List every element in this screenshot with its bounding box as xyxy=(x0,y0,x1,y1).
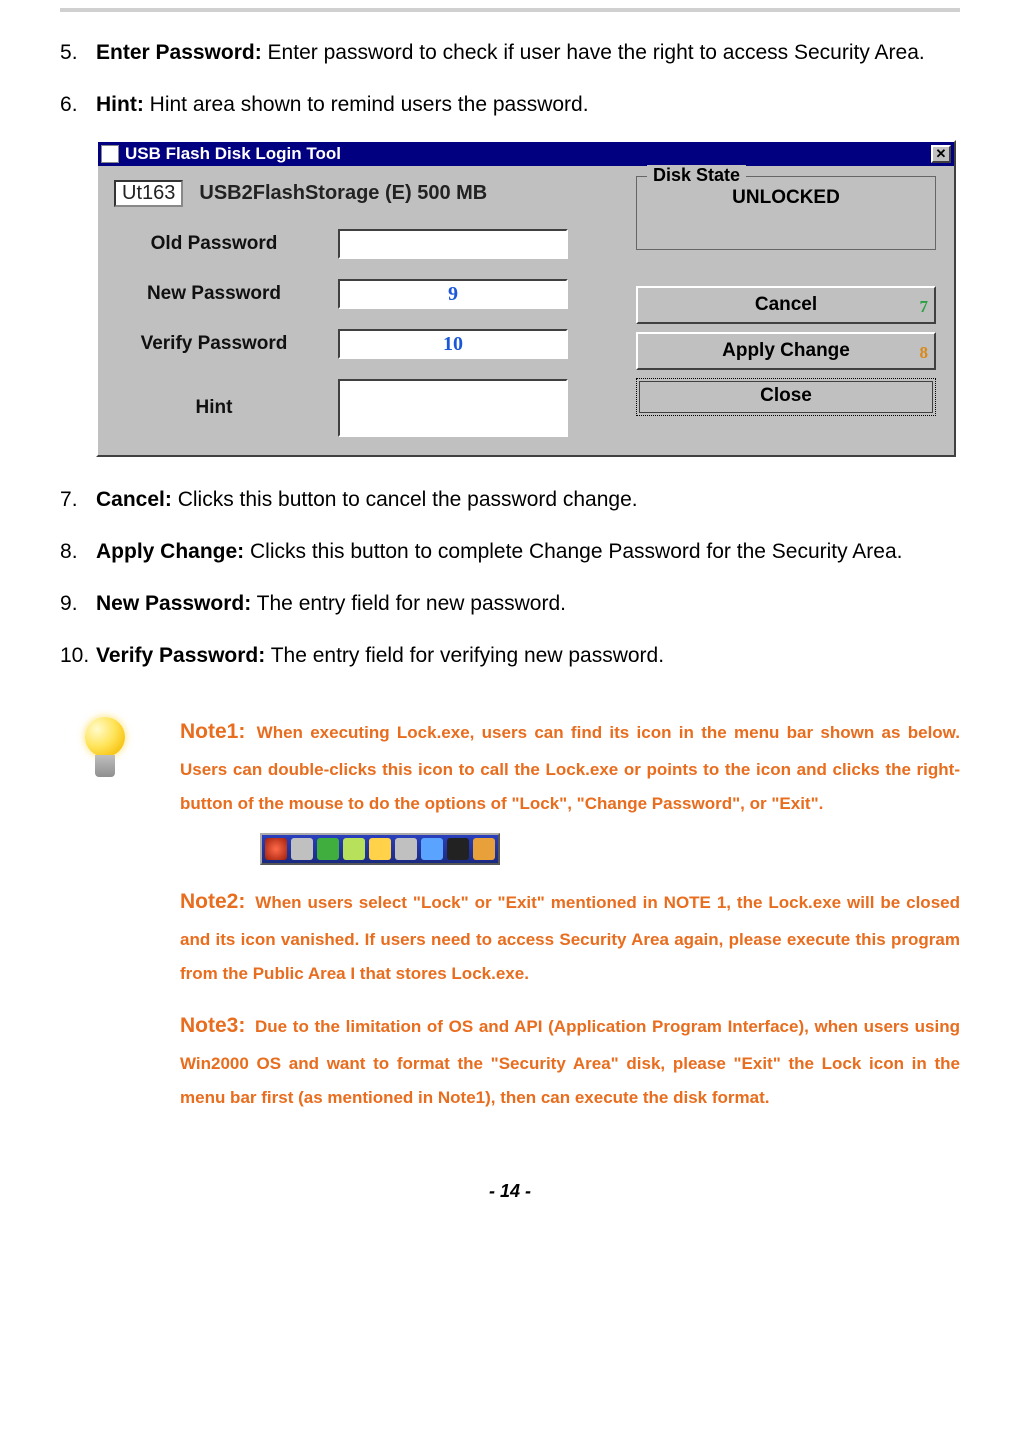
item-title: Apply Change: xyxy=(96,540,244,563)
verify-password-label: Verify Password xyxy=(114,333,314,355)
item-title: Cancel: xyxy=(96,488,172,511)
button-label: Close xyxy=(760,385,812,406)
item-text: Clicks this button to cancel the passwor… xyxy=(172,488,638,511)
old-password-input[interactable] xyxy=(338,229,568,259)
list-item: Enter Password: Enter password to check … xyxy=(60,32,960,74)
login-tool-dialog: USB Flash Disk Login Tool ✕ Ut163 USB2Fl… xyxy=(96,140,956,457)
tray-app-icon xyxy=(473,838,495,860)
item-text: Hint area shown to remind users the pass… xyxy=(144,93,589,116)
item-text: The entry field for verifying new passwo… xyxy=(265,644,664,667)
tray-app-icon xyxy=(317,838,339,860)
ref-number: 8 xyxy=(920,336,929,370)
tray-app-icon xyxy=(291,838,313,860)
apply-change-button[interactable]: Apply Change 8 xyxy=(636,332,936,370)
ref-number: 9 xyxy=(448,283,458,305)
tray-app-icon xyxy=(395,838,417,860)
list-item: New Password: The entry field for new pa… xyxy=(60,583,960,625)
button-label: Apply Change xyxy=(722,340,850,361)
note-heading: Note1: xyxy=(180,720,245,743)
tray-app-icon xyxy=(343,838,365,860)
item-title: New Password: xyxy=(96,592,251,615)
device-chip: Ut163 xyxy=(114,180,183,207)
item-title: Hint: xyxy=(96,93,144,116)
new-password-input[interactable]: 9 xyxy=(338,279,568,309)
list-item: Verify Password: The entry field for ver… xyxy=(60,635,960,677)
note-paragraph: Note2: When users select "Lock" or "Exit… xyxy=(180,881,960,991)
note-paragraph: Note1: When executing Lock.exe, users ca… xyxy=(180,711,960,821)
note-paragraph: Note3: Due to the limitation of OS and A… xyxy=(180,1005,960,1115)
app-icon xyxy=(101,145,119,163)
disk-state-value: UNLOCKED xyxy=(637,187,935,209)
list-item: Hint: Hint area shown to remind users th… xyxy=(60,84,960,126)
old-password-label: Old Password xyxy=(114,233,314,255)
tray-app-icon xyxy=(421,838,443,860)
disk-state-group: Disk State UNLOCKED xyxy=(636,176,936,250)
cancel-button[interactable]: Cancel 7 xyxy=(636,286,936,324)
hint-label: Hint xyxy=(114,397,314,419)
ref-number: 10 xyxy=(443,333,463,355)
new-password-label: New Password xyxy=(114,283,314,305)
close-button[interactable]: Close xyxy=(636,378,936,416)
disk-state-legend: Disk State xyxy=(647,165,746,186)
dialog-titlebar: USB Flash Disk Login Tool ✕ xyxy=(98,142,954,166)
tray-app-icon xyxy=(265,838,287,860)
device-desc: USB2FlashStorage (E) 500 MB xyxy=(199,182,487,205)
item-text: Clicks this button to complete Change Pa… xyxy=(244,540,902,563)
hint-input[interactable] xyxy=(338,379,568,437)
item-text: Enter password to check if user have the… xyxy=(262,41,925,64)
note-heading: Note3: xyxy=(180,1014,245,1037)
note-body: When users select "Lock" or "Exit" menti… xyxy=(180,893,960,983)
verify-password-input[interactable]: 10 xyxy=(338,329,568,359)
system-tray-image xyxy=(260,833,500,865)
tray-app-icon xyxy=(447,838,469,860)
close-icon[interactable]: ✕ xyxy=(931,145,951,163)
page-number: - 14 - xyxy=(60,1181,960,1202)
item-text: The entry field for new password. xyxy=(251,592,566,615)
note-heading: Note2: xyxy=(180,890,245,913)
list-item: Apply Change: Clicks this button to comp… xyxy=(60,531,960,573)
list-item: Cancel: Clicks this button to cancel the… xyxy=(60,479,960,521)
tray-app-icon xyxy=(369,838,391,860)
dialog-title: USB Flash Disk Login Tool xyxy=(125,144,341,164)
button-label: Cancel xyxy=(755,294,817,315)
note-body: Due to the limitation of OS and API (App… xyxy=(180,1017,960,1107)
item-title: Verify Password: xyxy=(96,644,265,667)
ref-number: 7 xyxy=(920,290,929,324)
top-divider xyxy=(60,8,960,12)
lightbulb-icon xyxy=(78,717,132,791)
note-body: When executing Lock.exe, users can find … xyxy=(180,723,960,813)
item-title: Enter Password: xyxy=(96,41,262,64)
